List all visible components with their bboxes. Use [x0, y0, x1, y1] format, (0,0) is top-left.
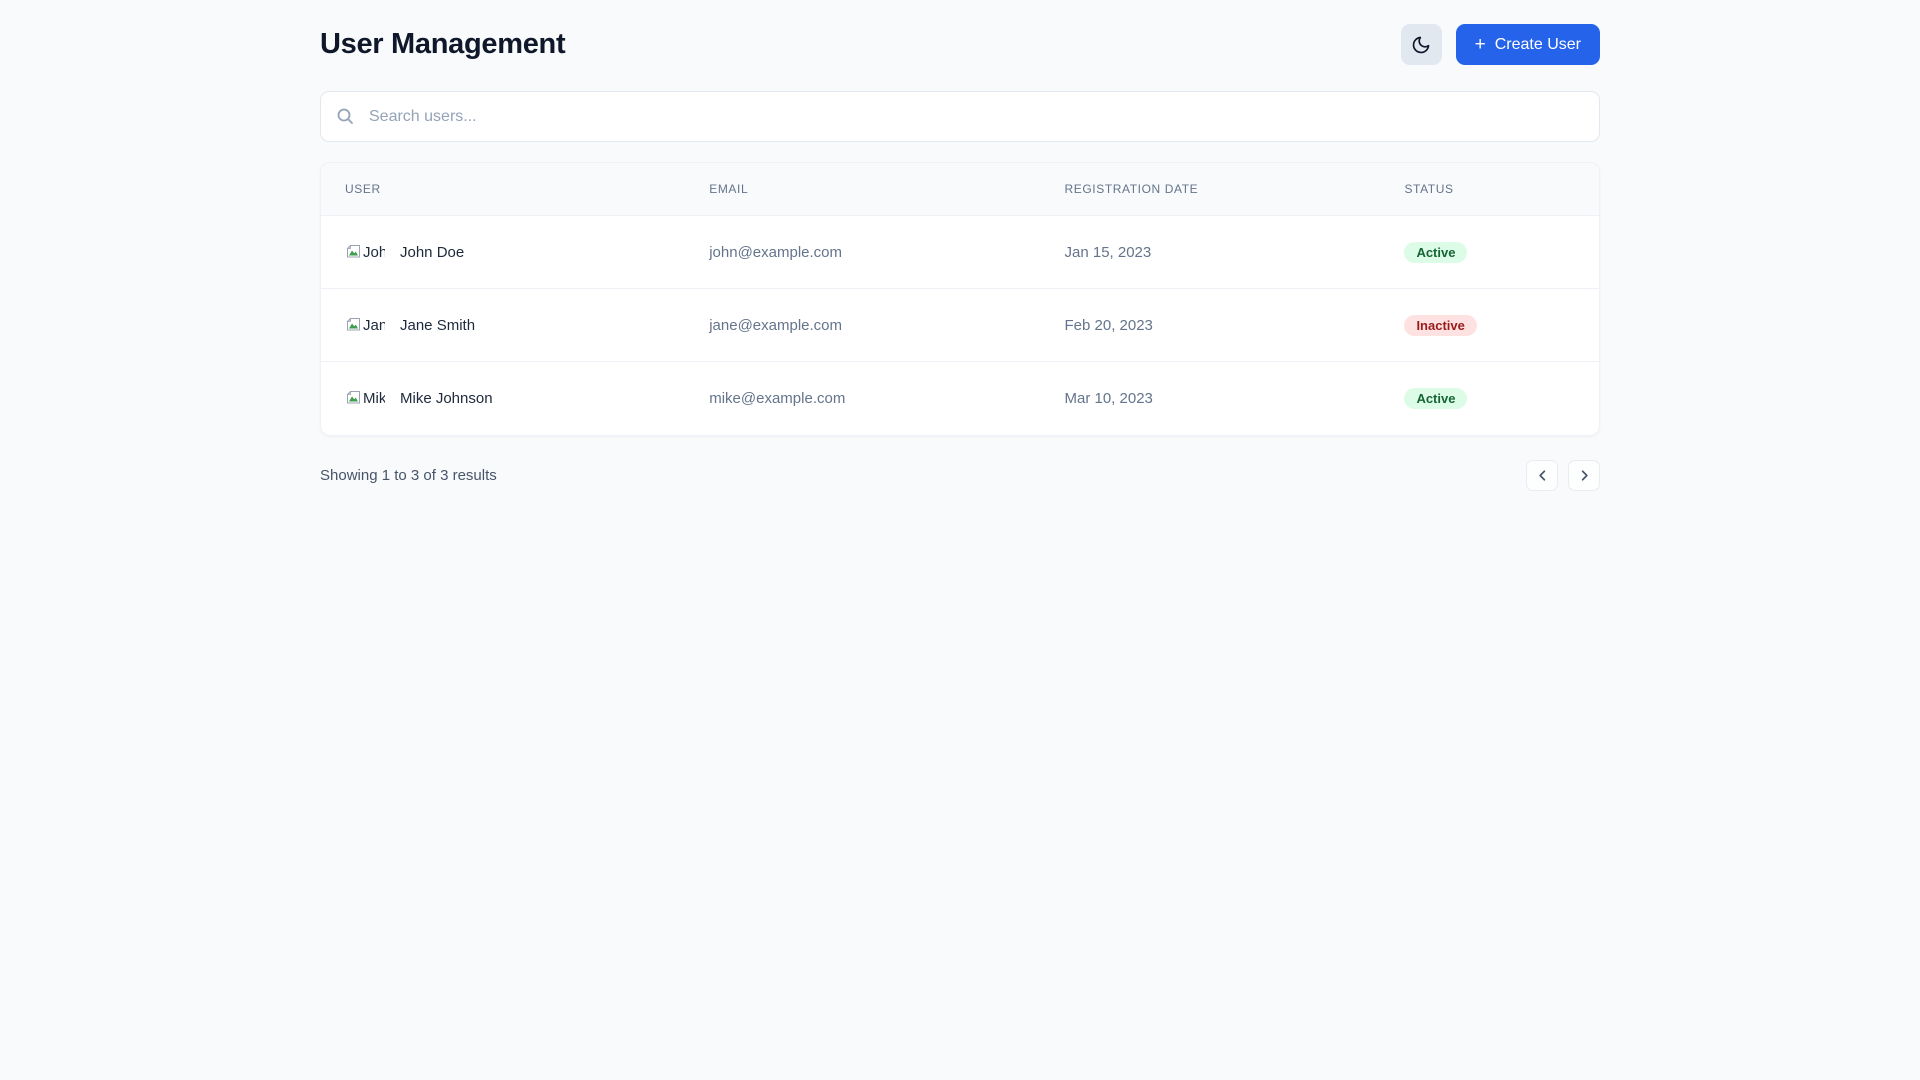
- user-cell: John Doe John Doe: [321, 216, 685, 289]
- search-input[interactable]: [320, 91, 1600, 142]
- table-row: John Doe John Doe john@example.com Jan 1…: [321, 215, 1599, 289]
- registration-date-cell: Mar 10, 2023: [1064, 389, 1153, 407]
- create-user-label: Create User: [1494, 35, 1581, 53]
- header-actions: + Create User: [1400, 24, 1600, 65]
- user-cell: Jane Smith Jane Smith: [321, 289, 685, 362]
- registration-date-cell: Jan 15, 2023: [1064, 243, 1152, 261]
- column-header-email: Email: [685, 163, 1041, 216]
- table-header-row: User Email Registration Date Status: [321, 163, 1599, 216]
- user-cell: Mike Johnson Mike Johnson: [321, 362, 685, 435]
- table-row: Mike Johnson Mike Johnson mike@example.c…: [321, 361, 1599, 435]
- avatar: John Doe: [345, 232, 385, 272]
- users-table-card: User Email Registration Date Status: [320, 162, 1600, 436]
- email-cell: jane@example.com: [709, 316, 843, 334]
- status-badge: Inactive: [1404, 314, 1477, 336]
- status-cell: Inactive: [1380, 289, 1599, 362]
- avatar-alt-text: Mike Johnson: [363, 389, 385, 407]
- column-header-status: Status: [1380, 163, 1599, 216]
- status-badge: Active: [1404, 387, 1468, 409]
- page-title: User Management: [320, 28, 566, 60]
- status-badge: Active: [1404, 241, 1468, 263]
- table-row: Jane Smith Jane Smith jane@example.com F…: [321, 288, 1599, 362]
- avatar: Mike Johnson: [345, 378, 385, 418]
- broken-image-icon: [345, 390, 362, 406]
- status-cell: Active: [1380, 362, 1599, 435]
- moon-icon: [1411, 35, 1431, 55]
- user-management-page: User Management + Create User Search use…: [320, 0, 1600, 491]
- avatar-alt-text: Jane Smith: [363, 316, 385, 334]
- users-table: User Email Registration Date Status: [321, 163, 1599, 435]
- broken-image-icon: [345, 244, 362, 260]
- previous-page-button[interactable]: [1526, 459, 1558, 491]
- theme-toggle-button[interactable]: [1400, 24, 1442, 65]
- email-cell: john@example.com: [709, 243, 843, 261]
- page-header: User Management + Create User: [320, 24, 1600, 65]
- avatar-alt-text: John Doe: [363, 243, 385, 261]
- table-footer: Showing 1 to 3 of 3 results: [320, 459, 1600, 491]
- pagination: [1526, 459, 1600, 491]
- registration-date-cell: Feb 20, 2023: [1064, 316, 1153, 334]
- broken-image-icon: [345, 317, 362, 333]
- results-summary: Showing 1 to 3 of 3 results: [320, 466, 497, 484]
- next-page-button[interactable]: [1568, 459, 1600, 491]
- chevron-right-icon: [1577, 468, 1592, 483]
- column-header-registration-date: Registration Date: [1040, 163, 1381, 216]
- search-icon: [336, 107, 354, 125]
- avatar: Jane Smith: [345, 305, 385, 345]
- user-name: John Doe: [400, 243, 465, 261]
- create-user-button[interactable]: + Create User: [1455, 24, 1600, 65]
- status-cell: Active: [1380, 216, 1599, 289]
- search-bar: [320, 91, 1600, 142]
- email-cell: mike@example.com: [709, 389, 846, 407]
- user-name: Jane Smith: [400, 316, 476, 334]
- plus-icon: +: [1474, 33, 1486, 55]
- column-header-user: User: [321, 163, 686, 216]
- user-name: Mike Johnson: [400, 389, 493, 407]
- chevron-left-icon: [1535, 468, 1550, 483]
